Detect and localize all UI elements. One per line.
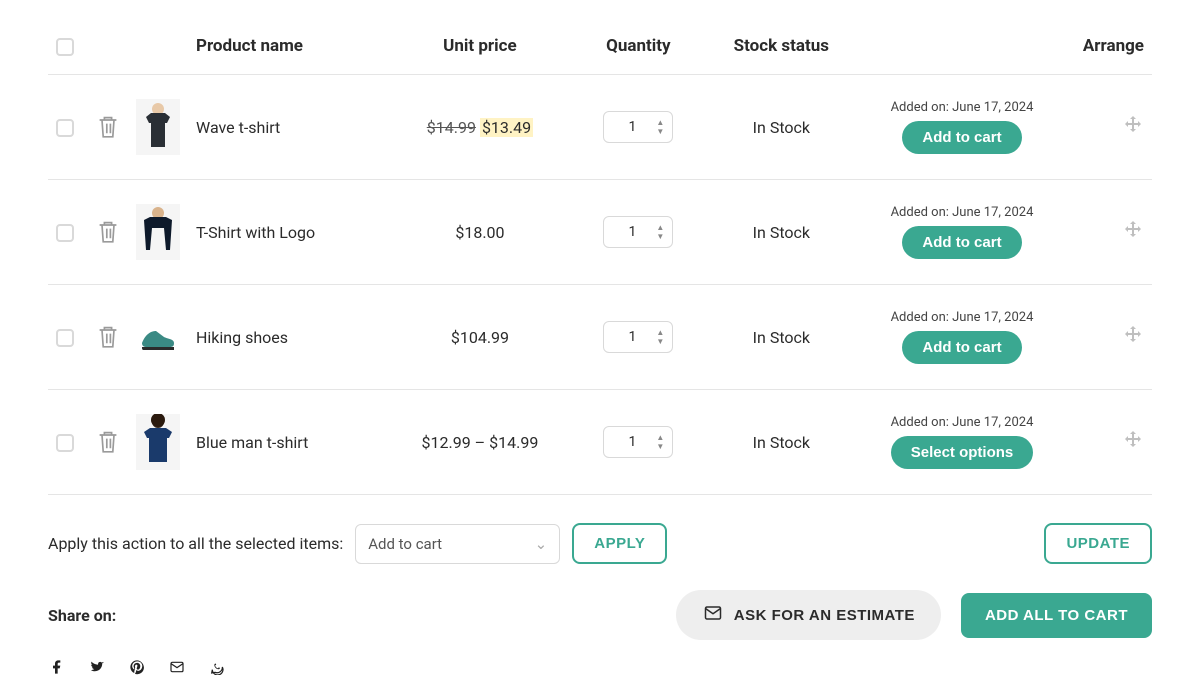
added-date: Added on: June 17, 2024: [870, 100, 1054, 115]
qty-up-icon[interactable]: ▲: [654, 434, 666, 442]
stock-status: In Stock: [753, 433, 810, 452]
qty-down-icon[interactable]: ▼: [654, 128, 666, 136]
ask-estimate-button[interactable]: ASK FOR AN ESTIMATE: [676, 590, 941, 640]
product-thumb[interactable]: [136, 204, 180, 260]
qty-down-icon[interactable]: ▼: [654, 233, 666, 241]
facebook-icon[interactable]: [48, 658, 66, 676]
add-all-button[interactable]: ADD ALL TO CART: [961, 593, 1152, 638]
quantity-stepper[interactable]: 1 ▲▼: [603, 321, 673, 353]
move-icon[interactable]: [1122, 324, 1144, 346]
twitter-icon[interactable]: [88, 658, 106, 676]
quantity-value: 1: [610, 224, 654, 240]
bulk-action-selected: Add to cart: [368, 535, 442, 553]
bulk-label: Apply this action to all the selected it…: [48, 534, 343, 553]
product-name[interactable]: Blue man t-shirt: [196, 433, 308, 452]
col-arrange: Arrange: [1062, 24, 1152, 75]
price: $104.99: [451, 328, 509, 347]
row-checkbox[interactable]: [56, 434, 74, 452]
col-product-name: Product name: [188, 24, 384, 75]
select-options-button[interactable]: Select options: [891, 436, 1034, 469]
quantity-stepper[interactable]: 1 ▲▼: [603, 216, 673, 248]
chevron-down-icon: ⌄: [535, 535, 548, 553]
col-stock-status: Stock status: [701, 24, 862, 75]
add-to-cart-button[interactable]: Add to cart: [902, 226, 1021, 259]
move-icon[interactable]: [1122, 429, 1144, 451]
product-name[interactable]: T-Shirt with Logo: [196, 223, 315, 242]
stock-status: In Stock: [753, 223, 810, 242]
trash-icon[interactable]: [96, 324, 120, 350]
added-date: Added on: June 17, 2024: [870, 415, 1054, 430]
whatsapp-icon[interactable]: [208, 658, 226, 676]
bulk-actions: Apply this action to all the selected it…: [48, 495, 1152, 564]
select-all-checkbox[interactable]: [56, 38, 74, 56]
price: $12.99 – $14.99: [422, 433, 539, 452]
quantity-stepper[interactable]: 1 ▲▼: [603, 426, 673, 458]
product-name[interactable]: Hiking shoes: [196, 328, 288, 347]
quantity-value: 1: [610, 329, 654, 345]
product-thumb[interactable]: [136, 309, 180, 365]
qty-up-icon[interactable]: ▲: [654, 224, 666, 232]
table-row: Blue man t-shirt $12.99 – $14.99 1 ▲▼ In…: [48, 390, 1152, 495]
qty-up-icon[interactable]: ▲: [654, 329, 666, 337]
quantity-value: 1: [610, 119, 654, 135]
trash-icon[interactable]: [96, 429, 120, 455]
table-row: T-Shirt with Logo $18.00 1 ▲▼ In Stock A…: [48, 180, 1152, 285]
add-to-cart-button[interactable]: Add to cart: [902, 121, 1021, 154]
trash-icon[interactable]: [96, 114, 120, 140]
product-thumb[interactable]: [136, 99, 180, 155]
apply-button[interactable]: APPLY: [572, 523, 667, 564]
product-thumb[interactable]: [136, 414, 180, 470]
row-checkbox[interactable]: [56, 119, 74, 137]
qty-up-icon[interactable]: ▲: [654, 119, 666, 127]
add-to-cart-button[interactable]: Add to cart: [902, 331, 1021, 364]
added-date: Added on: June 17, 2024: [870, 205, 1054, 220]
qty-down-icon[interactable]: ▼: [654, 338, 666, 346]
stock-status: In Stock: [753, 118, 810, 137]
wishlist-table: Product name Unit price Quantity Stock s…: [48, 24, 1152, 494]
email-icon[interactable]: [168, 658, 186, 676]
share-label: Share on:: [48, 606, 116, 625]
pinterest-icon[interactable]: [128, 658, 146, 676]
bulk-action-select[interactable]: Add to cart ⌄: [355, 524, 560, 564]
orig-price: $14.99: [427, 118, 476, 137]
price: $18.00: [455, 223, 504, 242]
mail-icon: [702, 604, 724, 626]
stock-status: In Stock: [753, 328, 810, 347]
move-icon[interactable]: [1122, 114, 1144, 136]
share-icons: [48, 640, 1152, 676]
qty-down-icon[interactable]: ▼: [654, 443, 666, 451]
update-button[interactable]: UPDATE: [1044, 523, 1152, 564]
table-row: Hiking shoes $104.99 1 ▲▼ In Stock Added…: [48, 285, 1152, 390]
quantity-value: 1: [610, 434, 654, 450]
added-date: Added on: June 17, 2024: [870, 310, 1054, 325]
move-icon[interactable]: [1122, 219, 1144, 241]
trash-icon[interactable]: [96, 219, 120, 245]
col-quantity: Quantity: [576, 24, 701, 75]
product-name[interactable]: Wave t-shirt: [196, 118, 280, 137]
col-unit-price: Unit price: [384, 24, 576, 75]
row-checkbox[interactable]: [56, 329, 74, 347]
row-checkbox[interactable]: [56, 224, 74, 242]
quantity-stepper[interactable]: 1 ▲▼: [603, 111, 673, 143]
table-row: Wave t-shirt $14.99$13.49 1 ▲▼ In Stock …: [48, 75, 1152, 180]
sale-price: $13.49: [480, 118, 533, 137]
